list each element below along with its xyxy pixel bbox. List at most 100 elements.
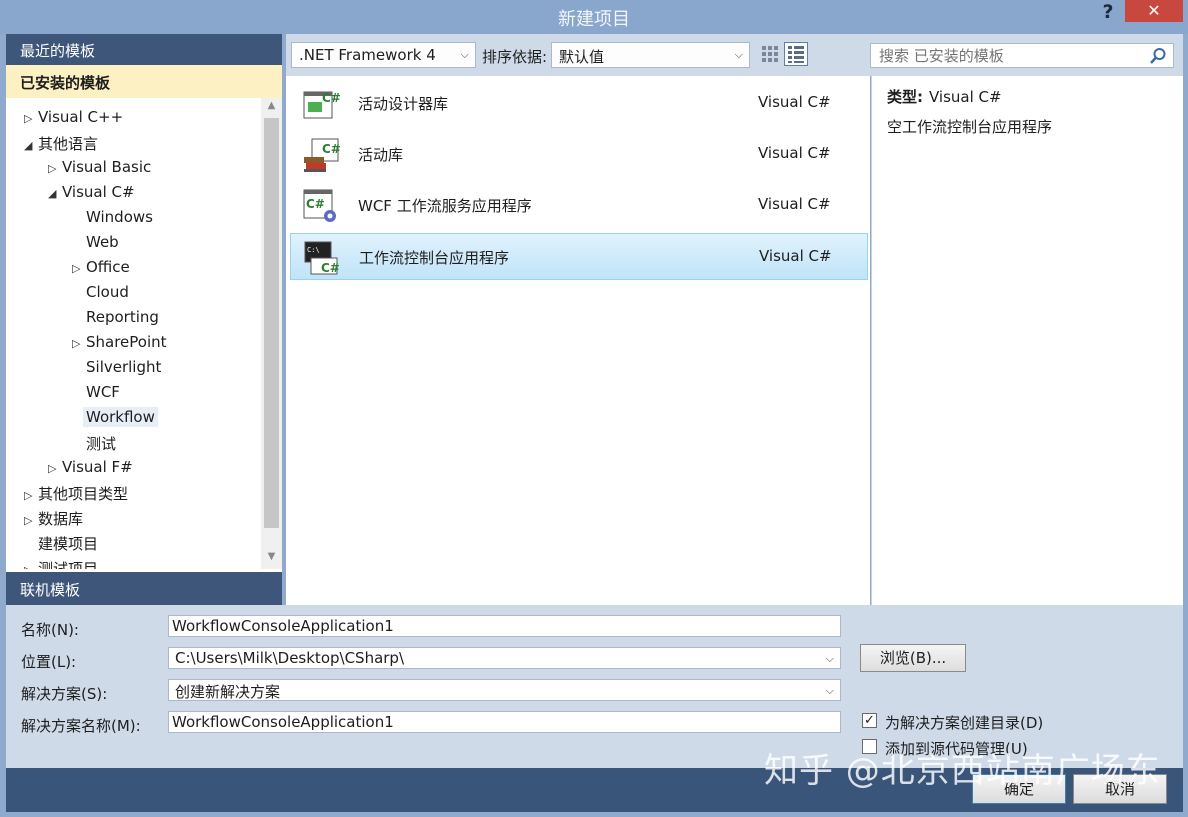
svg-text:C#: C# — [322, 91, 340, 105]
tree-item[interactable]: ▷ Visual Basic — [48, 158, 151, 180]
tree-item[interactable]: ▷测试项目 — [24, 558, 98, 569]
tree-item-label: Visual F# — [62, 458, 133, 476]
browse-button[interactable]: 浏览(B)... — [860, 644, 966, 672]
svg-text:C#: C# — [322, 142, 340, 156]
tree-item[interactable]: ▷ SharePoint — [72, 333, 167, 355]
tree-item[interactable]: 建模项目 — [24, 533, 98, 555]
template-row-activity-designer[interactable]: C# 活动设计器库 Visual C# — [290, 80, 868, 127]
chevron-down-icon: ⌵ — [460, 48, 469, 61]
activity-library-icon: C# — [304, 138, 340, 172]
expand-arrow-icon[interactable]: ▷ — [72, 337, 86, 350]
create-directory-checkbox[interactable]: ✓ — [862, 713, 877, 728]
tree-item[interactable]: ▷ Visual F# — [48, 458, 133, 480]
tree-item-label: Office — [86, 258, 130, 276]
template-row-workflow-console[interactable]: C:\ C# 工作流控制台应用程序 Visual C# — [290, 233, 868, 280]
chevron-down-icon[interactable]: ⌵ — [826, 684, 834, 698]
name-field[interactable]: WorkflowConsoleApplication1 — [168, 615, 841, 637]
solution-label: 解决方案(S): — [21, 685, 108, 703]
collapse-arrow-icon[interactable]: ◢ — [48, 187, 62, 200]
collapse-arrow-icon[interactable]: ◢ — [24, 139, 38, 152]
tree-item[interactable]: WCF — [72, 383, 120, 405]
location-label: 位置(L): — [21, 653, 77, 671]
online-templates-header[interactable]: 联机模板 — [6, 572, 282, 605]
search-icon[interactable] — [1149, 47, 1167, 65]
tree-item[interactable]: ▷ Office — [72, 258, 130, 280]
search-input[interactable] — [877, 46, 1151, 66]
tree-item[interactable]: ▷ 其他项目类型 — [24, 483, 128, 505]
tree-item[interactable]: Silverlight — [72, 358, 161, 380]
scroll-thumb[interactable] — [264, 118, 279, 528]
close-button[interactable]: ✕ — [1125, 0, 1183, 22]
wcf-workflow-service-icon: C# — [303, 189, 336, 222]
category-tree: ▷ Visual C++ ◢ 其他语言 ▷ Visual Basic ◢ Visual C# W… — [6, 98, 261, 569]
tree-item[interactable]: Workflow — [72, 407, 158, 430]
details-view-icon[interactable] — [784, 42, 808, 66]
tree-item-label: Visual Basic — [62, 158, 152, 176]
sort-select[interactable]: 默认值 ⌵ — [551, 42, 750, 68]
framework-select[interactable]: .NET Framework 4 ⌵ — [291, 42, 476, 68]
workflow-console-app-icon: C:\C# — [304, 241, 340, 275]
name-label: 名称(N): — [21, 621, 79, 639]
expand-arrow-icon[interactable]: ▷ — [48, 462, 62, 475]
recent-templates-header[interactable]: 最近的模板 — [6, 34, 282, 65]
template-toolbar: .NET Framework 4 ⌵ 排序依据: 默认值 ⌵ — [286, 34, 1183, 76]
template-row-activity-library[interactable]: C# 活动库 Visual C# — [290, 131, 868, 178]
scroll-down-icon[interactable]: ▼ — [261, 551, 282, 567]
checkmark-icon: ✓ — [864, 713, 875, 728]
tree-item-label: Visual C++ — [38, 108, 124, 126]
activity-designer-library-icon: C# — [303, 91, 340, 119]
tree-item[interactable]: 测试 — [72, 433, 116, 455]
template-category-panel: 最近的模板 已安装的模板 ▷ Visual C++ ◢ 其他语言 ▷ Visual Bas… — [6, 34, 282, 605]
solution-select[interactable]: 创建新解决方案 ⌵ — [168, 679, 841, 701]
svg-text:C#: C# — [306, 197, 325, 211]
tree-item-label: 测试 — [86, 435, 117, 453]
tree-item-label: 其他项目类型 — [38, 485, 129, 503]
tree-item-label: SharePoint — [86, 333, 167, 351]
expand-arrow-icon[interactable]: ▷ — [24, 514, 38, 527]
tree-item-label: Silverlight — [86, 358, 162, 376]
create-directory-label: 为解决方案创建目录(D) — [885, 714, 1044, 732]
template-list: C# 活动设计器库 Visual C# C# 活动库 Visual C# C# … — [286, 76, 870, 605]
tree-item[interactable]: Cloud — [72, 283, 129, 305]
expand-arrow-icon[interactable]: ▷ — [72, 262, 86, 275]
installed-templates-header[interactable]: 已安装的模板 — [6, 65, 282, 98]
tree-item-label: Reporting — [86, 308, 159, 326]
tree-item-label: Visual C# — [62, 183, 135, 201]
location-field[interactable]: C:\Users\Milk\Desktop\CSharp\ ⌵ — [168, 647, 841, 669]
tree-item[interactable]: Web — [72, 233, 119, 255]
tree-item-label: Cloud — [86, 283, 129, 301]
tree-item-label: WCF — [86, 383, 120, 401]
tree-item-label: 建模项目 — [38, 535, 99, 553]
tree-item[interactable]: ▷ 数据库 — [24, 508, 83, 530]
svg-text:C#: C# — [321, 261, 340, 275]
chevron-down-icon: ⌵ — [734, 48, 743, 61]
template-row-wcf-workflow[interactable]: C# WCF 工作流服务应用程序 Visual C# — [290, 182, 868, 229]
sort-label: 排序依据: — [482, 48, 548, 66]
solution-name-field[interactable]: WorkflowConsoleApplication1 — [168, 711, 841, 733]
window-title: 新建项目 — [558, 9, 630, 30]
help-button[interactable]: ? — [1096, 1, 1120, 23]
svg-text:C:\: C:\ — [307, 246, 320, 254]
expand-arrow-icon[interactable]: ▷ — [24, 564, 38, 569]
small-icons-view-icon[interactable] — [759, 43, 781, 65]
expand-arrow-icon[interactable]: ▷ — [48, 162, 62, 175]
tree-item[interactable]: ◢ 其他语言 — [24, 133, 98, 155]
expand-arrow-icon[interactable]: ▷ — [24, 489, 38, 502]
expand-arrow-icon[interactable]: ▷ — [24, 112, 38, 125]
tree-item[interactable]: Reporting — [72, 308, 159, 330]
scroll-up-icon[interactable]: ▲ — [261, 100, 282, 116]
tree-item-label: Windows — [86, 208, 153, 226]
chevron-down-icon[interactable]: ⌵ — [826, 652, 834, 666]
template-description: 空工作流控制台应用程序 — [887, 118, 1053, 136]
tree-item-label: Web — [86, 233, 119, 251]
watermark: 知乎 @北京西站南广场东 — [764, 751, 1161, 791]
tree-item-label: 测试项目 — [38, 560, 99, 569]
tree-item[interactable]: Windows — [72, 208, 153, 230]
category-tree-scrollbar[interactable]: ▲ ▼ — [261, 98, 282, 569]
template-detail-panel: 类型: Visual C# 空工作流控制台应用程序 — [871, 76, 1183, 605]
template-search-box[interactable] — [870, 43, 1174, 68]
tree-item[interactable]: ▷ Visual C++ — [24, 108, 123, 130]
tree-item-label: 其他语言 — [38, 135, 99, 153]
template-type: 类型: Visual C# — [887, 88, 1002, 106]
tree-item[interactable]: ◢ Visual C# — [48, 183, 135, 205]
